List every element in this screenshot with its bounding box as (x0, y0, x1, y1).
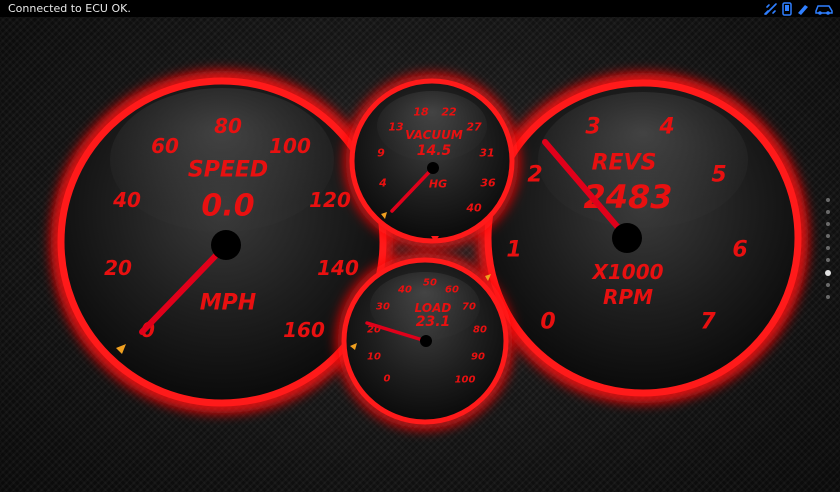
vacuum-tick-label: 18 (413, 106, 429, 119)
page-dot[interactable] (826, 234, 830, 238)
speed-value: 0.0 (201, 189, 254, 224)
revs-tick-label: 3 (585, 115, 600, 140)
speed-tick-label: 40 (112, 188, 141, 212)
dashboard-gauges: 0 1 2 3 4 5 6 7 REVS 2483 X1000 RPM 0 20 40 60 80 10… (51, 71, 808, 429)
vacuum-tick-label: 40 (465, 202, 482, 215)
vacuum-tick-label: 4 (378, 177, 387, 190)
load-tick-label: 100 (455, 375, 476, 386)
revs-tick-label: 6 (732, 238, 747, 263)
speed-gauge: 0 20 40 60 80 100 120 140 160 SPEED 0.0 MPH (51, 71, 393, 413)
page-dot[interactable] (825, 270, 831, 276)
vacuum-tick-label: 36 (480, 177, 496, 190)
page-dot[interactable] (826, 222, 830, 226)
page-dot[interactable] (826, 295, 830, 299)
speed-tick-label: 100 (269, 134, 311, 158)
speed-tick-label: 120 (309, 188, 351, 212)
speed-tick-label: 160 (283, 318, 325, 342)
page-dot[interactable] (826, 283, 830, 287)
vacuum-tick-label: 22 (441, 106, 457, 119)
page-dot[interactable] (826, 198, 830, 202)
revs-tick-label: 7 (700, 310, 716, 335)
load-tick-label: 70 (462, 302, 476, 313)
page-indicator[interactable] (823, 198, 833, 307)
load-tick-label: 80 (473, 325, 487, 336)
vacuum-tick-label: 13 (388, 121, 404, 134)
revs-tick-label: 0 (540, 310, 555, 335)
vacuum-hub (427, 162, 439, 174)
speed-tick-label: 20 (104, 256, 132, 280)
vacuum-tick-label: 27 (466, 121, 482, 134)
speed-tick-label: 60 (151, 134, 179, 158)
load-tick-label: 40 (397, 285, 412, 296)
revs-tick-label: 5 (711, 163, 726, 188)
speed-tick-label: 140 (317, 256, 359, 280)
revs-hub (612, 223, 642, 253)
revs-tick-label: 1 (506, 238, 521, 263)
revs-value: 2483 (583, 178, 672, 216)
load-tick-label: 0 (384, 374, 391, 385)
revs-title: REVS (592, 151, 657, 176)
load-gauge: 0102030405060708090100 LOAD 23.1 (337, 253, 513, 429)
load-tick-label: 30 (376, 302, 390, 313)
vacuum-title: VACUUM (405, 128, 463, 142)
speed-unit: MPH (200, 291, 256, 316)
load-tick-label: 10 (367, 352, 381, 363)
vacuum-gauge: 491318 2227313640 VACUUM 14.5 HG (345, 74, 519, 248)
load-value: 23.1 (416, 314, 451, 330)
page-dot[interactable] (826, 258, 830, 262)
revs-tick-label: 2 (527, 163, 542, 188)
load-tick-label: 90 (471, 352, 485, 363)
load-title: LOAD (415, 301, 452, 315)
vacuum-unit: HG (429, 178, 447, 191)
vacuum-value: 14.5 (417, 143, 452, 159)
revs-unit-rpm: RPM (603, 285, 653, 309)
revs-unit: X1000 (590, 260, 663, 284)
revs-gauge: 0 1 2 3 4 5 6 7 REVS 2483 X1000 RPM (478, 73, 808, 403)
page-dot[interactable] (826, 246, 830, 250)
load-tick-label: 60 (445, 285, 459, 296)
page-dot[interactable] (826, 210, 830, 214)
speed-hub (211, 230, 241, 260)
speed-tick-label: 80 (214, 114, 242, 138)
load-tick-label: 50 (423, 278, 437, 289)
load-hub (420, 335, 432, 347)
speed-title: SPEED (188, 158, 268, 183)
vacuum-tick-label: 31 (479, 147, 494, 160)
revs-tick-label: 4 (658, 115, 674, 140)
vacuum-tick-label: 9 (377, 147, 385, 160)
